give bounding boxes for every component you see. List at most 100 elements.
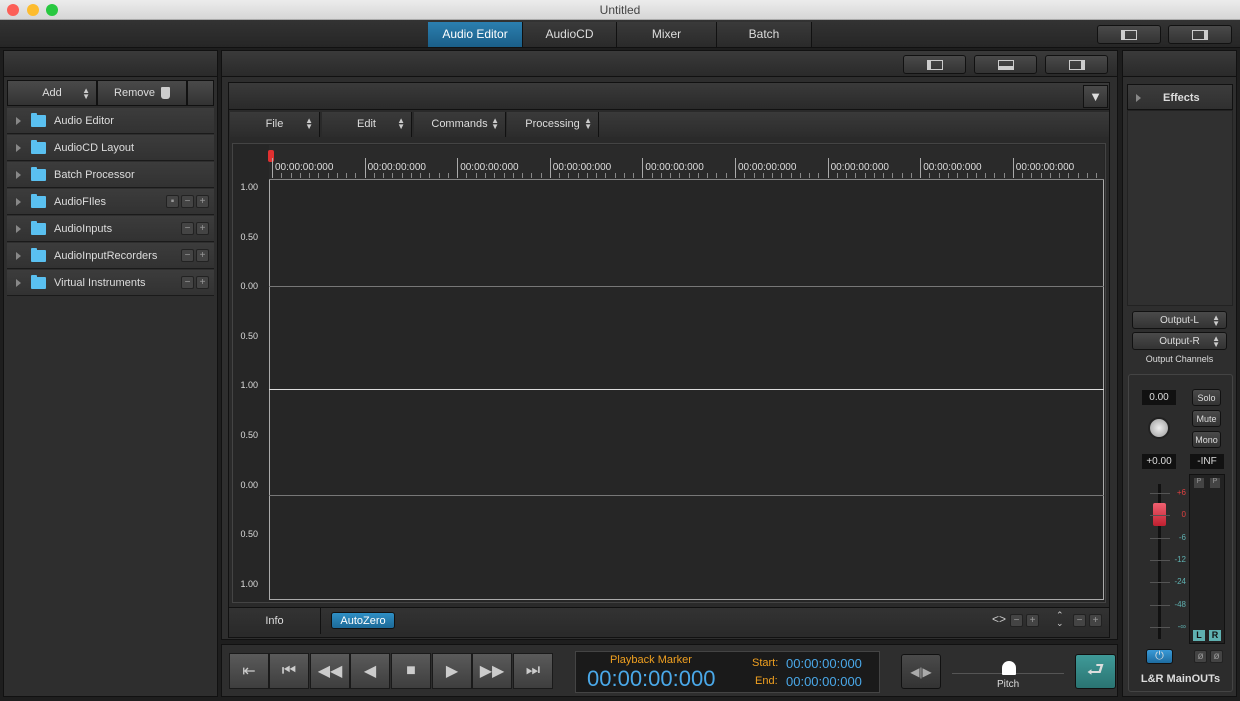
right-header [1123, 51, 1236, 77]
h-zoom-out-button[interactable]: − [1010, 614, 1023, 627]
tab-audio-editor[interactable]: Audio Editor [428, 22, 523, 47]
ruler-minor-tick [429, 173, 431, 178]
disclosure-triangle-icon[interactable] [16, 143, 21, 152]
v-zoom-out-button[interactable]: − [1073, 614, 1086, 627]
info-button[interactable]: Info [229, 608, 321, 634]
ruler-minor-tick [309, 173, 311, 178]
menu-processing[interactable]: Processing ▲ ▼ [507, 112, 599, 137]
view-bottom-button[interactable] [974, 55, 1037, 74]
go-to-start-button[interactable]: ⇤ [229, 653, 269, 689]
phase-r-button[interactable]: ø [1210, 650, 1223, 663]
go-to-end-button[interactable]: ⏭ [513, 653, 553, 689]
fader-scale-label: -∞ [1177, 621, 1186, 631]
ruler-minor-tick [420, 173, 422, 178]
stop-button[interactable]: ■ [391, 653, 431, 689]
ruler-minor-tick [790, 173, 792, 178]
ruler-minor-tick [438, 173, 440, 178]
end-time: 00:00:00:000 [786, 674, 862, 689]
disclosure-triangle-icon[interactable] [16, 251, 21, 260]
menu-commands[interactable]: Commands ▲ ▼ [414, 112, 506, 137]
loop-button[interactable]: ⮐ [1075, 654, 1116, 689]
mono-button[interactable]: Mono [1192, 431, 1221, 448]
effects-list[interactable] [1127, 110, 1233, 306]
output-r-select[interactable]: Output-R ▲ ▼ [1132, 332, 1227, 350]
disclosure-triangle-icon[interactable] [16, 278, 21, 287]
left-panel-toggle[interactable] [1097, 25, 1161, 44]
ruler-minor-tick [577, 173, 579, 178]
solo-button[interactable]: Solo [1192, 389, 1221, 406]
menu-edit[interactable]: Edit ▲ ▼ [322, 112, 412, 137]
file-selector[interactable] [229, 83, 1109, 110]
disclosure-triangle-icon[interactable] [16, 197, 21, 206]
ruler-minor-tick [410, 173, 412, 178]
menu-bar-fill [599, 112, 1109, 137]
ruler-minor-tick [929, 173, 931, 178]
disclosure-triangle-icon[interactable] [16, 116, 21, 125]
view-right-button[interactable] [1045, 55, 1108, 74]
view-left-button[interactable] [903, 55, 966, 74]
tree-item[interactable]: Audio Editor [7, 108, 214, 134]
phase-l-button[interactable]: ø [1194, 650, 1207, 663]
ruler-tick [272, 158, 273, 178]
right-panel-toggle[interactable] [1168, 25, 1232, 44]
ruler-minor-tick [568, 173, 570, 178]
ruler-tick [920, 158, 922, 178]
add-item-button[interactable]: + [196, 276, 209, 289]
ruler-minor-tick [1068, 173, 1070, 178]
remove-item-button[interactable]: − [181, 222, 194, 235]
ruler-minor-tick [614, 173, 616, 178]
y-axis-label: 0.50 [240, 529, 258, 540]
rewind-button[interactable]: ◀◀ [310, 653, 350, 689]
ruler-minor-tick [466, 173, 468, 178]
ruler-label: 00:00:00:000 [738, 162, 797, 173]
waveform-plot[interactable] [269, 180, 1104, 600]
playback-marker-handle[interactable] [268, 150, 274, 162]
peak-l-indicator: P [1194, 478, 1204, 488]
disclosure-triangle-icon[interactable] [16, 224, 21, 233]
window-title: Untitled [599, 3, 641, 17]
fast-forward-button[interactable]: ▶▶ [472, 653, 512, 689]
add-item-button[interactable]: + [196, 222, 209, 235]
ruler-minor-tick [938, 173, 940, 178]
play-button[interactable]: ▶ [432, 653, 472, 689]
output-l-select[interactable]: Output-L ▲ ▼ [1132, 311, 1227, 329]
dropdown-arrow-icon[interactable]: ▼ [1083, 85, 1108, 108]
pan-knob[interactable] [1148, 417, 1170, 439]
add-item-button[interactable]: + [196, 249, 209, 262]
effects-header[interactable]: Effects [1127, 84, 1233, 110]
v-zoom-in-button[interactable]: + [1089, 614, 1102, 627]
tab-audiocd[interactable]: AudioCD [523, 22, 617, 47]
remove-item-button[interactable]: − [181, 276, 194, 289]
tree-item[interactable]: Virtual Instruments − + [7, 270, 214, 296]
add-button[interactable]: Add ▲ ▼ [7, 80, 97, 106]
tree-item[interactable]: AudioInputs − + [7, 216, 214, 242]
menu-file[interactable]: File ▲ ▼ [230, 112, 320, 137]
ruler-minor-tick [1077, 173, 1079, 178]
remove-item-button[interactable]: − [181, 195, 194, 208]
mute-button[interactable]: Mute [1192, 410, 1221, 427]
save-icon[interactable]: ▪ [166, 195, 179, 208]
tab-batch[interactable]: Batch [717, 22, 812, 47]
disclosure-triangle-icon[interactable] [16, 170, 21, 179]
tree-item[interactable]: Batch Processor [7, 162, 214, 188]
add-item-button[interactable]: + [196, 195, 209, 208]
play-reverse-button[interactable]: ◀ [350, 653, 390, 689]
ruler-label: 00:00:00:000 [1015, 162, 1075, 173]
folder-icon [31, 139, 46, 154]
ruler-minor-tick [586, 173, 588, 178]
pitch-reset-button[interactable]: ◀|▶ [901, 654, 941, 689]
tree-item[interactable]: AudioFIles ▪ − + [7, 189, 214, 215]
tree-item[interactable]: AudioInputRecorders − + [7, 243, 214, 269]
remove-item-button[interactable]: − [181, 249, 194, 262]
browser-extra-button[interactable] [187, 80, 214, 106]
previous-marker-button[interactable]: ⏮ [269, 653, 309, 689]
remove-button[interactable]: Remove [97, 80, 187, 106]
ruler-minor-tick [484, 173, 486, 178]
h-zoom-in-button[interactable]: + [1026, 614, 1039, 627]
tree-item[interactable]: AudioCD Layout [7, 135, 214, 161]
y-axis-label: 0.50 [240, 231, 258, 242]
autozero-button[interactable]: AutoZero [331, 612, 395, 629]
tab-mixer[interactable]: Mixer [617, 22, 717, 47]
power-button[interactable]: ⏻ [1146, 649, 1173, 664]
pitch-slider-thumb[interactable] [1002, 661, 1016, 675]
